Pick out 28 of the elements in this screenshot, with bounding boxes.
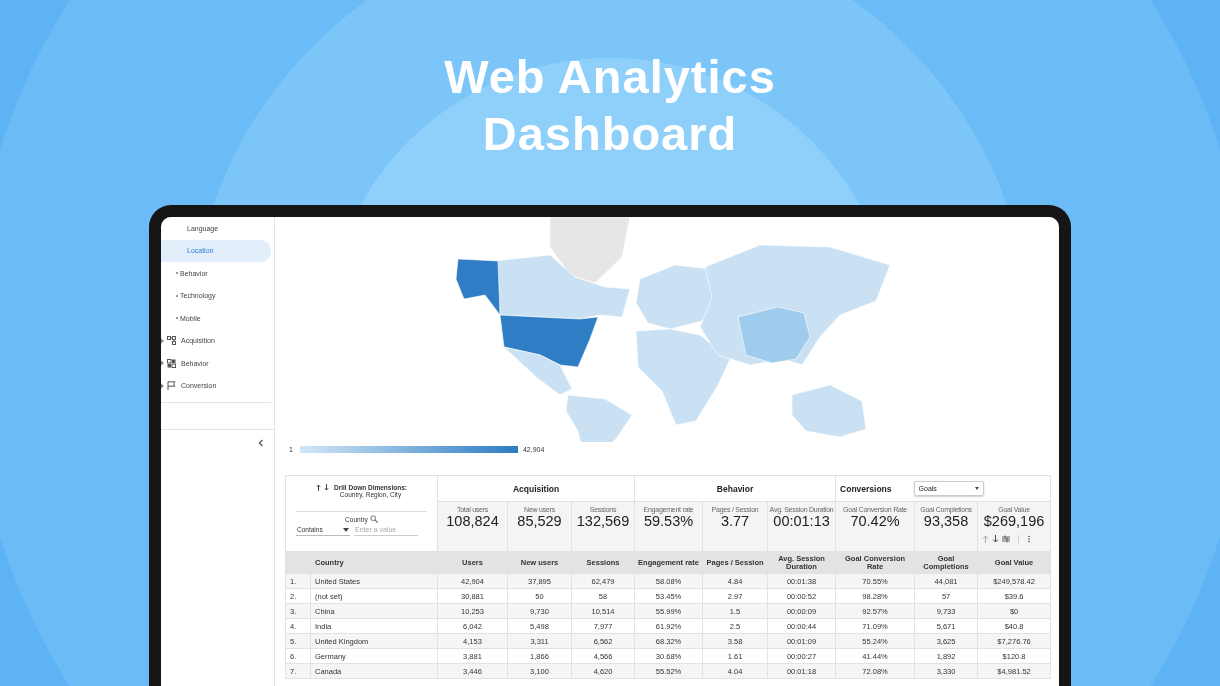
- dropdown-arrow-icon: [974, 487, 979, 490]
- total-value: 93,358: [922, 513, 969, 529]
- total-value: 132,569: [575, 513, 631, 529]
- arrow-down-icon: [992, 535, 1000, 543]
- grid-icon: [167, 358, 176, 368]
- total-value: 108,824: [445, 513, 500, 529]
- group-header: Acquisition: [512, 483, 560, 494]
- total-value: 59.53%: [642, 513, 695, 529]
- page-title: Web Analytics Dashboard: [443, 49, 777, 162]
- flow-chart-icon: [167, 336, 176, 346]
- group-header: Behavior: [716, 483, 754, 494]
- group-header: Conversions: [840, 483, 892, 494]
- total-value: 85,529: [516, 513, 563, 529]
- search-icon: [369, 515, 378, 523]
- flag-icon: [167, 381, 176, 391]
- caret-icon: [161, 337, 165, 344]
- dropdown-arrow-icon: [343, 527, 349, 532]
- total-value: 00:01:13: [773, 513, 831, 529]
- caret-icon: [161, 360, 165, 367]
- more-icon: [1028, 535, 1031, 543]
- caret-icon: [161, 382, 165, 389]
- collapse-icon[interactable]: [258, 439, 264, 447]
- columns-icon: [1002, 535, 1011, 543]
- sort-arrows-icon: [316, 484, 330, 491]
- total-value: $269,196: [982, 513, 1046, 529]
- total-value: 3.77: [720, 513, 751, 529]
- total-value: 70.42%: [849, 513, 901, 529]
- arrow-up-icon: [982, 535, 990, 543]
